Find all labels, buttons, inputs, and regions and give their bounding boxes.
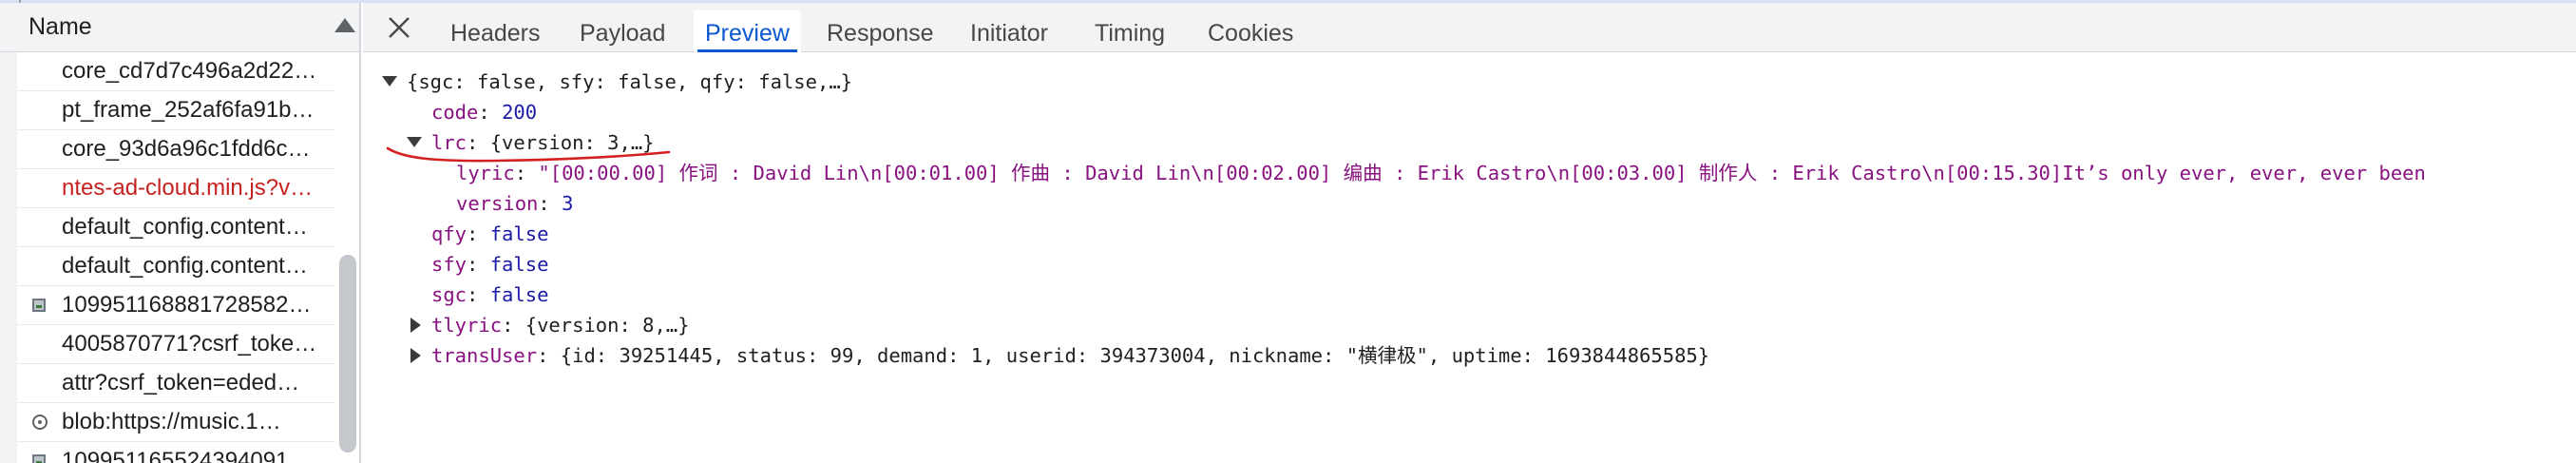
request-row[interactable]: 4005870771?csrf_toke… [17, 325, 334, 364]
name-column-header[interactable]: Name [0, 3, 359, 52]
image-icon [32, 299, 46, 312]
tree-node-transuser[interactable]: transUser: {id: 39251445, status: 99, de… [431, 340, 1709, 371]
collapse-triangle-icon[interactable] [410, 318, 421, 333]
request-row[interactable]: blob:https://music.1… [17, 403, 334, 442]
root-summary: {sgc: false, sfy: false, qfy: false,…} [407, 70, 852, 93]
request-row[interactable]: attr?csrf_token=eded… [17, 364, 334, 403]
node-key: sfy [431, 253, 467, 276]
node-key: transUser [431, 344, 538, 367]
request-name: 4005870771?csrf_toke… [62, 331, 317, 357]
request-name: default_config.content… [62, 214, 308, 240]
request-row[interactable]: 10995116552439409​1… [17, 442, 334, 463]
tree-node-sfy: sfy: false [431, 253, 549, 276]
image-icon [32, 454, 46, 463]
tab-response[interactable]: Response [827, 3, 934, 52]
tree-root[interactable]: {sgc: false, sfy: false, qfy: false,…} [407, 67, 852, 97]
request-row[interactable]: 10995116888172858​2… [17, 286, 334, 325]
request-detail-panel: Headers Payload Preview Response Initiat… [363, 3, 2576, 463]
tree-node-tlyric[interactable]: tlyric: {version: 8,…} [431, 310, 690, 340]
node-summary: {version: 8,…} [525, 314, 690, 337]
sort-ascending-icon[interactable] [334, 18, 355, 32]
request-row[interactable]: default_config.content… [17, 208, 334, 247]
request-row[interactable]: core_cd7d7c496a2d22… [17, 52, 334, 91]
request-name: 10995116888172858​2… [62, 292, 312, 318]
request-name: attr?csrf_token=eded… [62, 370, 300, 395]
tab-timing[interactable]: Timing [1095, 3, 1165, 52]
name-column-title: Name [29, 13, 92, 40]
node-summary: {id: 39251445, status: 99, demand: 1, us… [560, 344, 1710, 367]
tree-node-qfy: qfy: false [431, 222, 549, 245]
request-name: ntes-ad-cloud.min.js?v… [62, 175, 314, 201]
request-row[interactable]: core_93d6a96c1fdd6c… [17, 130, 334, 169]
tree-node-lrc[interactable]: lrc: {version: 3,…} [431, 127, 655, 158]
node-string-value: "[00:00.00] 作词 : David Lin\n[00:01.00] 作… [538, 162, 2426, 184]
expand-triangle-icon[interactable] [407, 137, 422, 147]
request-name: core_cd7d7c496a2d22… [62, 58, 317, 84]
scrollbar-thumb[interactable] [339, 255, 356, 453]
request-row-failed[interactable]: ntes-ad-cloud.min.js?v… [17, 169, 334, 208]
tab-payload[interactable]: Payload [580, 3, 665, 52]
json-preview-tree: {sgc: false, sfy: false, qfy: false,…} c… [363, 52, 2576, 463]
tree-node-sgc: sgc: false [431, 283, 549, 306]
request-name: blob:https://music.1… [62, 409, 281, 434]
request-name: core_93d6a96c1fdd6c… [62, 136, 311, 162]
node-key: code [431, 101, 479, 124]
tab-initiator[interactable]: Initiator [970, 3, 1048, 52]
node-key: qfy [431, 222, 467, 245]
node-key: sgc [431, 283, 467, 306]
request-name: default_config.content… [62, 253, 308, 279]
tree-node-version: version: 3 [456, 192, 574, 215]
node-value: false [489, 222, 549, 245]
collapse-triangle-icon[interactable] [410, 348, 421, 363]
request-list-scrollbar[interactable] [334, 52, 359, 463]
node-value: 200 [502, 101, 538, 124]
request-row[interactable]: default_config.content… [17, 247, 334, 286]
node-key: version [456, 192, 539, 215]
node-value: 3 [562, 192, 574, 215]
node-value: false [489, 283, 549, 306]
request-list: core_cd7d7c496a2d22… pt_frame_252af6fa91… [0, 52, 334, 463]
tree-node-lyric: lyric: "[00:00.00] 作词 : David Lin\n[00:0… [456, 162, 2426, 184]
request-name: 10995116552439409​1… [62, 448, 312, 463]
request-list-panel: Name core_cd7d7c496a2d22… pt_frame_252af… [0, 3, 361, 463]
tab-cookies[interactable]: Cookies [1208, 3, 1293, 52]
expand-triangle-icon[interactable] [382, 76, 397, 87]
request-name: pt_frame_252af6fa91b… [62, 97, 315, 123]
node-summary: {version: 3,…} [489, 131, 655, 154]
node-key: lyric [456, 162, 515, 184]
detail-tab-bar: Headers Payload Preview Response Initiat… [363, 3, 2576, 52]
node-key: tlyric [431, 314, 503, 337]
node-key: lrc [431, 131, 467, 154]
tree-node-code: code: 200 [431, 101, 538, 124]
node-value: false [489, 253, 549, 276]
gear-icon [32, 415, 48, 430]
tab-headers[interactable]: Headers [450, 3, 541, 52]
tab-preview[interactable]: Preview [694, 3, 801, 52]
request-row[interactable]: pt_frame_252af6fa91b… [17, 91, 334, 130]
